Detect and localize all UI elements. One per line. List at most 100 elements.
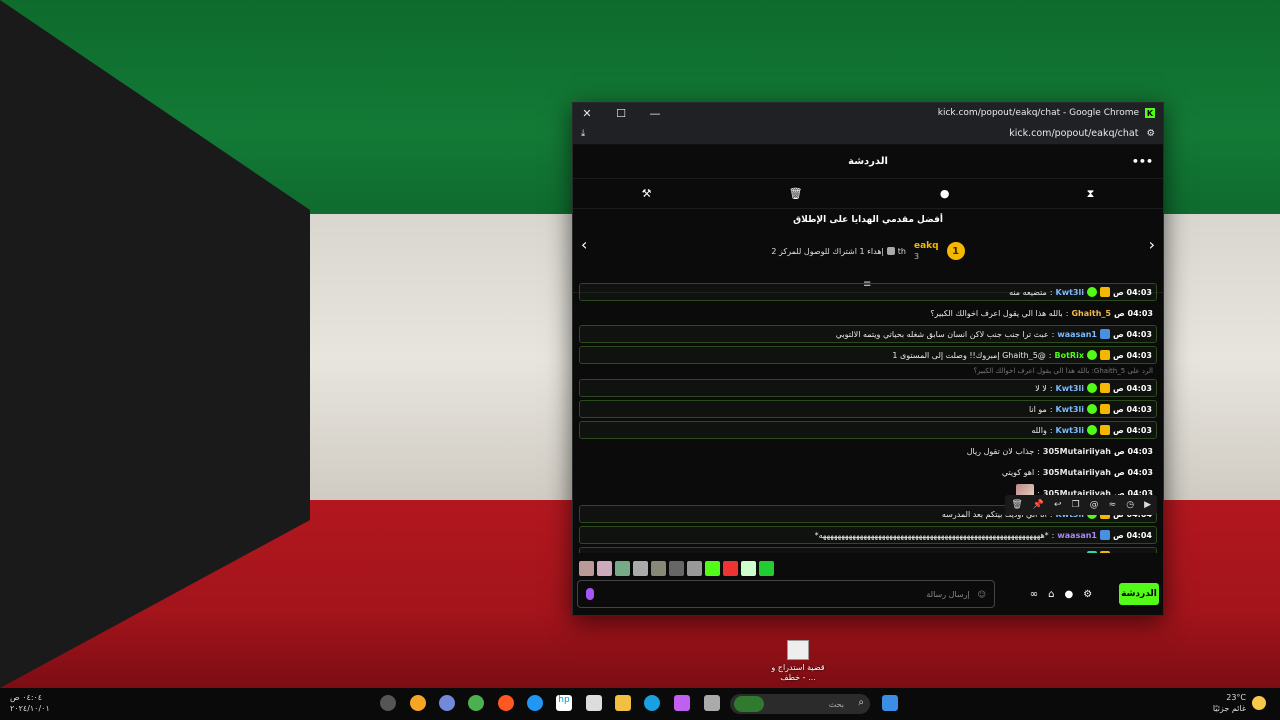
message-username[interactable]: Ghaith_5 [1071,309,1111,318]
minimize-icon[interactable]: — [649,107,661,120]
message-input[interactable]: إرسال رسالة ☺ [577,580,995,608]
message-username[interactable]: 305Mutairiiyah [1043,468,1111,477]
folder-icon[interactable] [615,695,631,711]
emote-8[interactable] [705,561,720,576]
emote-2[interactable] [597,561,612,576]
input-placeholder: إرسال رسالة [926,589,970,599]
close-icon[interactable]: ✕ [581,107,593,120]
play-icon[interactable]: ▶ [1144,500,1151,510]
discord-icon[interactable] [439,695,455,711]
chat-message[interactable]: 04:03 ص Kwt3li: مو انا [579,400,1157,418]
chat-message[interactable]: 04:04 ص waasan1: *هههههههههههههههههههههههه… [579,526,1157,544]
app-icon-1[interactable] [410,695,426,711]
chat-message[interactable]: 04:03 ص Ghaith_5: بالله هذا الي يقول اعرف … [579,304,1157,322]
timeout-icon[interactable]: ◷ [1126,500,1134,510]
maximize-icon[interactable]: ☐ [615,107,627,120]
mention-icon[interactable]: @ [1090,500,1099,510]
hourglass-icon[interactable]: ⧗ [1087,187,1095,201]
edge-icon[interactable] [644,695,660,711]
chat-message[interactable]: 04:03 ص 305Mutairiiyah: جذاب لان تقول ريال [579,442,1157,460]
emote-11[interactable] [759,561,774,576]
emote-4[interactable] [633,561,648,576]
hp-icon[interactable]: hp [556,695,572,711]
slow-mode-icon[interactable]: ≈ [1109,500,1117,510]
store-icon[interactable]: ⌂ [1048,589,1054,600]
user-badge-icon [1099,287,1110,297]
emote-9[interactable] [723,561,738,576]
chat-message[interactable]: 04:04 ص wlwwa:الكثير من وسن [579,547,1157,553]
emote-6[interactable] [669,561,684,576]
message-time: 04:04 ص [1113,552,1152,554]
copy-icon[interactable]: ❐ [1072,500,1080,510]
message-username[interactable]: Kwt3li [1056,384,1084,393]
reply-icon[interactable]: ↩ [1054,500,1062,510]
emote-7[interactable] [687,561,702,576]
gear-icon[interactable]: ⚙ [1083,589,1092,600]
weather-widget[interactable]: 23°C غائم جزئيًا [1213,692,1266,714]
message-username[interactable]: waasan1 [1057,531,1097,540]
title-bar[interactable]: ✕ ☐ — kick.com/popout/eakq/chat - Google… [573,103,1163,123]
message-text: والله [1031,425,1047,435]
chat-send-button[interactable]: الدردشة [1119,583,1159,605]
emote-1[interactable] [579,561,594,576]
emoji-icon[interactable]: ☺ [978,590,986,599]
chat-message[interactable]: 04:03 ص waasan1: عبث ترا جنب جنب لاكن انسا… [579,325,1157,343]
chrome-window[interactable]: ✕ ☐ — kick.com/popout/eakq/chat - Google… [572,102,1164,616]
desktop-file-icon[interactable]: قضية استدراج و خطف - ... [770,640,826,683]
address-bar[interactable]: ⤓ kick.com/popout/eakq/chat ⚙ [573,123,1163,145]
message-username[interactable]: wlwwa [1054,552,1084,554]
window-title: kick.com/popout/eakq/chat - Google Chrom… [937,108,1139,118]
emote-3[interactable] [615,561,630,576]
gifter-name[interactable]: eakq [914,241,939,252]
top-gifter[interactable]: eakq 3 [914,241,939,261]
verified-badge-icon [1086,383,1097,393]
chat-message[interactable]: 04:03 ص Kwt3li: متضيعه منه [579,283,1157,301]
message-username[interactable]: BotRix [1055,351,1084,360]
store-taskbar-icon[interactable] [586,695,602,711]
chrome-icon[interactable] [468,695,484,711]
message-username[interactable]: waasan1 [1057,330,1097,339]
chat-message[interactable]: 04:03 ص 305Mutairiiyah: اهو كويتي [579,463,1157,481]
message-time: 04:03 ص [1113,308,1153,318]
download-icon[interactable]: ⤓ [581,128,585,139]
clock[interactable]: ٠٤:٠٤ ص ٢٠٢٤/١٠/٠١ [10,692,50,714]
trash-icon[interactable]: 🗑 [789,187,803,200]
message-username[interactable]: Kwt3li [1056,426,1084,435]
separator: : [1049,425,1053,435]
infinity-icon[interactable]: ∞ [1030,589,1038,600]
mic-icon[interactable] [586,588,594,600]
message-time: 04:03 ص [1112,383,1152,393]
message-time: 04:03 ص [1112,287,1152,297]
copilot-icon[interactable] [674,695,690,711]
message-username[interactable]: 305Mutairiiyah [1043,447,1111,456]
chat-message[interactable]: 04:03 ص Kwt3li: لا لا [579,379,1157,397]
search-box[interactable]: بحث ⌕ [730,694,870,714]
site-settings-icon[interactable]: ⚙ [1146,128,1155,139]
start-icon[interactable] [882,695,898,711]
message-username[interactable]: Kwt3li [1056,405,1084,414]
message-username[interactable]: Kwt3li [1056,288,1084,297]
chat-message[interactable]: 04:03 ص BotRix: @Ghaith_5 إمبروك!! وصلت إل… [579,346,1157,364]
hammer-icon[interactable]: ⚒ [642,187,652,200]
chat-settings-bubble-icon[interactable]: ● [1065,589,1074,600]
steam-icon[interactable] [380,695,396,711]
taskview-icon[interactable] [704,695,720,711]
app-icon-3[interactable] [527,695,543,711]
emote-5[interactable] [651,561,666,576]
chat-message[interactable]: 04:03 ص Kwt3li: والله [579,421,1157,439]
url-text[interactable]: kick.com/popout/eakq/chat [1009,128,1138,139]
verified-badge-icon [1086,287,1097,297]
emote-10[interactable] [741,561,756,576]
message-text: متضيعه منه [1009,287,1047,297]
message-time: 04:03 ص [1113,467,1153,477]
separator: : [1048,552,1051,554]
pin-icon[interactable]: 📌 [1033,500,1044,510]
app-icon-2[interactable] [498,695,514,711]
delete-icon[interactable]: 🗑 [1011,500,1022,510]
user-badge-icon [1099,530,1110,540]
message-time: 04:03 ص [1112,329,1152,339]
verified-badge-icon [1086,404,1097,414]
gifter-count: 3 [914,252,920,261]
chat-bubble-icon[interactable]: ● [940,187,950,200]
more-options-icon[interactable]: ••• [1132,155,1153,168]
